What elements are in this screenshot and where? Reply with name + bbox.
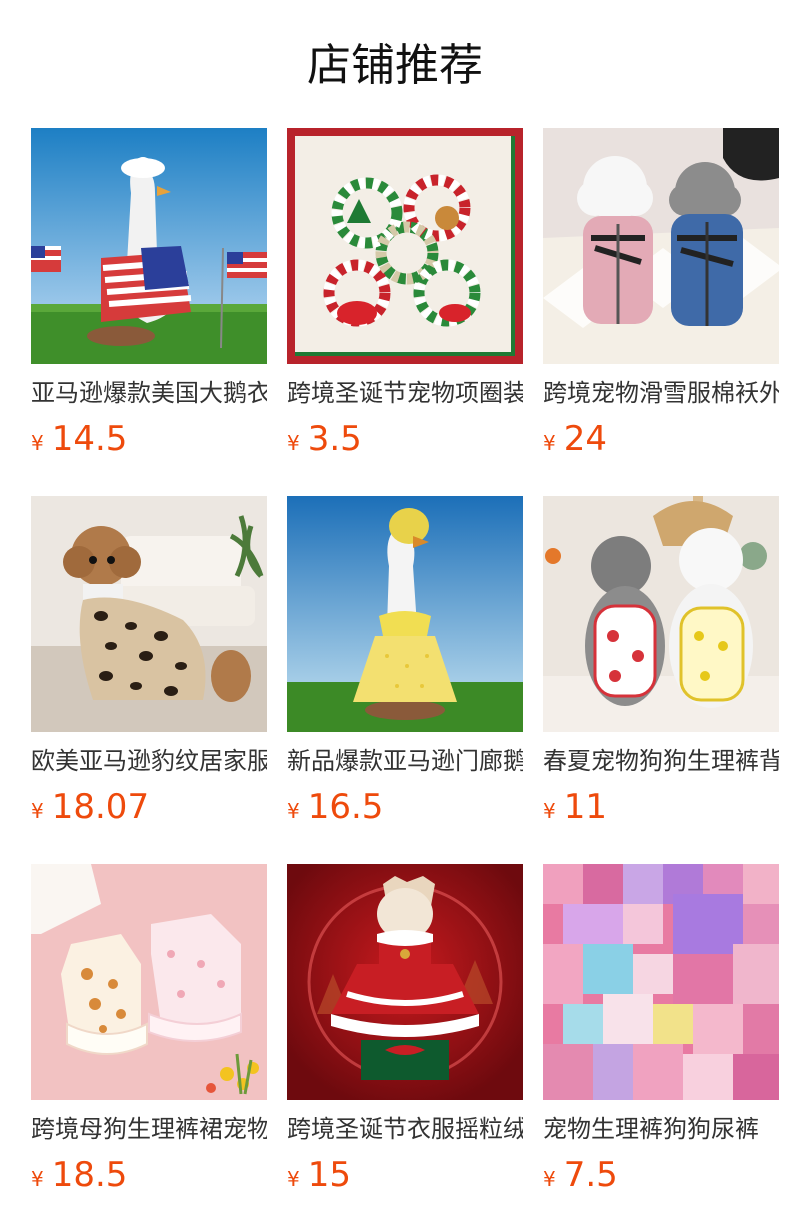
product-price: ¥15 xyxy=(287,1154,523,1196)
product-image-christmas-collars[interactable] xyxy=(287,128,523,364)
product-card[interactable]: 跨境圣诞节衣服摇粒绒 ¥15 xyxy=(287,864,523,1232)
product-price: ¥18.07 xyxy=(31,786,267,828)
price-value: 18.5 xyxy=(51,1155,128,1195)
currency-symbol: ¥ xyxy=(287,1167,300,1191)
price-value: 14.5 xyxy=(51,419,128,459)
product-price: ¥11 xyxy=(543,786,779,828)
currency-symbol: ¥ xyxy=(31,431,44,455)
product-image-leopard-dog-pajamas[interactable] xyxy=(31,496,267,732)
product-name[interactable]: 跨境圣诞节衣服摇粒绒 xyxy=(287,1114,523,1144)
product-card[interactable]: 宠物生理裤狗狗尿裤 ¥7.5 xyxy=(543,864,779,1232)
product-name[interactable]: 跨境宠物滑雪服棉袄外套 xyxy=(543,378,779,408)
product-card[interactable]: 欧美亚马逊豹纹居家服 ¥18.07 xyxy=(31,496,267,864)
product-card[interactable]: 跨境母狗生理裤裙宠物 ¥18.5 xyxy=(31,864,267,1232)
product-image-christmas-dog-dress[interactable] xyxy=(287,864,523,1100)
product-name[interactable]: 春夏宠物狗狗生理裤背带 xyxy=(543,746,779,776)
currency-symbol: ¥ xyxy=(31,1167,44,1191)
product-price: ¥7.5 xyxy=(543,1154,779,1196)
product-name[interactable]: 宠物生理裤狗狗尿裤 xyxy=(543,1114,779,1144)
price-value: 16.5 xyxy=(307,787,384,827)
currency-symbol: ¥ xyxy=(543,799,556,823)
price-value: 15 xyxy=(307,1155,351,1195)
price-value: 3.5 xyxy=(307,419,362,459)
product-image-goose-usa-outfit[interactable] xyxy=(31,128,267,364)
product-grid: 亚马逊爆款美国大鹅衣服 ¥14.5 xyxy=(31,128,779,1232)
product-image-floral-dog-dresses[interactable] xyxy=(31,864,267,1100)
product-name[interactable]: 欧美亚马逊豹纹居家服 xyxy=(31,746,267,776)
currency-symbol: ¥ xyxy=(543,431,556,455)
section-title: 店铺推荐 xyxy=(307,40,483,91)
product-name[interactable]: 跨境母狗生理裤裙宠物 xyxy=(31,1114,267,1144)
product-card[interactable]: 跨境宠物滑雪服棉袄外套 ¥24 xyxy=(543,128,779,496)
product-image-pink-pet-pants[interactable] xyxy=(543,864,779,1100)
product-price: ¥18.5 xyxy=(31,1154,267,1196)
product-image-goose-yellow-dress[interactable] xyxy=(287,496,523,732)
product-price: ¥16.5 xyxy=(287,786,523,828)
product-card[interactable]: 跨境圣诞节宠物项圈装饰 ¥3.5 xyxy=(287,128,523,496)
product-image-dogs-strawberry-diapers[interactable] xyxy=(543,496,779,732)
product-price: ¥24 xyxy=(543,418,779,460)
price-value: 7.5 xyxy=(563,1155,618,1195)
product-price: ¥3.5 xyxy=(287,418,523,460)
product-card[interactable]: 春夏宠物狗狗生理裤背带 ¥11 xyxy=(543,496,779,864)
product-name[interactable]: 亚马逊爆款美国大鹅衣服 xyxy=(31,378,267,408)
product-name[interactable]: 新品爆款亚马逊门廊鹅衣服 xyxy=(287,746,523,776)
product-price: ¥14.5 xyxy=(31,418,267,460)
product-card[interactable]: 亚马逊爆款美国大鹅衣服 ¥14.5 xyxy=(31,128,267,496)
price-value: 18.07 xyxy=(51,787,150,827)
product-image-dogs-ski-jackets[interactable] xyxy=(543,128,779,364)
currency-symbol: ¥ xyxy=(287,799,300,823)
currency-symbol: ¥ xyxy=(543,1167,556,1191)
price-value: 11 xyxy=(563,787,607,827)
product-card[interactable]: 新品爆款亚马逊门廊鹅衣服 ¥16.5 xyxy=(287,496,523,864)
currency-symbol: ¥ xyxy=(287,431,300,455)
product-name[interactable]: 跨境圣诞节宠物项圈装饰 xyxy=(287,378,523,408)
price-value: 24 xyxy=(563,419,607,459)
currency-symbol: ¥ xyxy=(31,799,44,823)
